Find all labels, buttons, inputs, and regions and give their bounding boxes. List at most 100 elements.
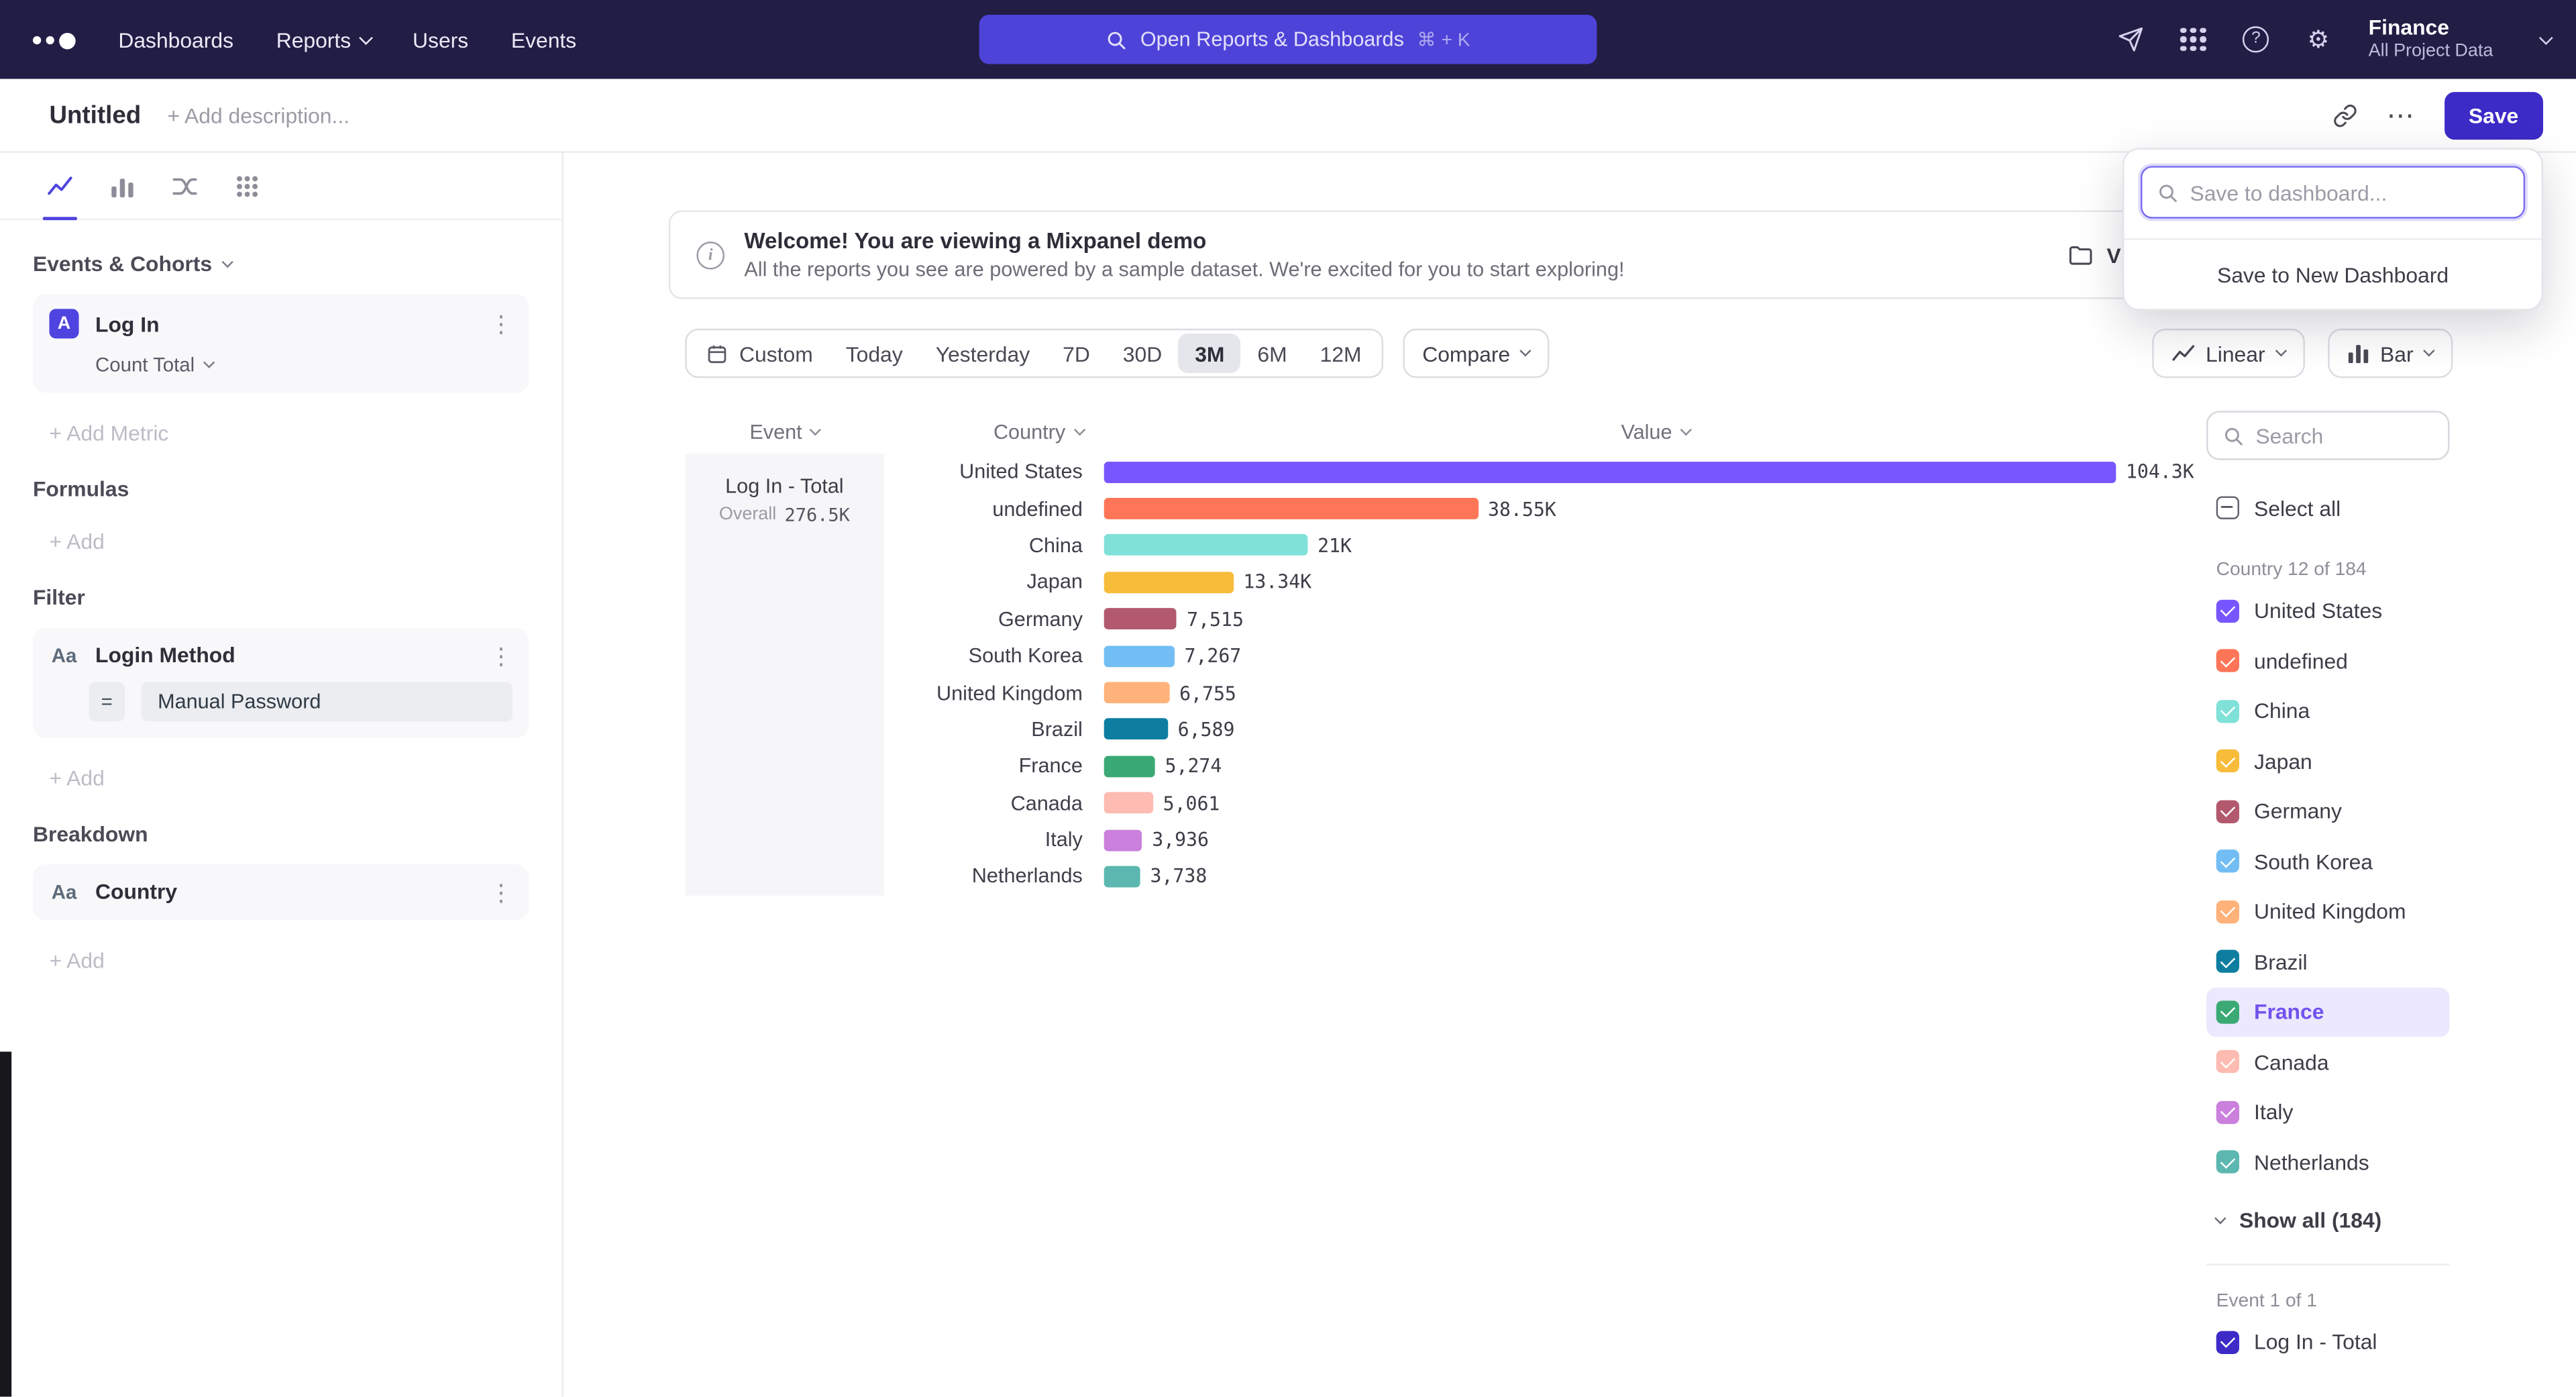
add-breakdown-button[interactable]: + Add [49, 948, 529, 973]
checkbox[interactable] [2216, 1051, 2239, 1074]
bar[interactable] [1104, 609, 1177, 630]
date-range-today[interactable]: Today [829, 333, 919, 373]
checkbox[interactable] [2216, 1151, 2239, 1174]
filter-item-log-in-total[interactable]: Log In - Total [2206, 1317, 2449, 1367]
tab-insights-icon[interactable] [46, 172, 74, 201]
bar[interactable] [1104, 829, 1142, 851]
nav-item-dashboards[interactable]: Dashboards [118, 27, 233, 52]
chevron-down-icon[interactable] [2539, 31, 2552, 44]
section-label-text: Formulas [33, 476, 129, 501]
segment-search-input[interactable] [2255, 423, 2432, 448]
column-header-event[interactable]: Event [685, 421, 883, 444]
kebab-menu-icon[interactable]: ⋮ [490, 880, 513, 902]
date-range-12m[interactable]: 12M [1303, 333, 1378, 373]
checkbox[interactable] [2216, 700, 2239, 723]
filter-property-name[interactable]: Login Method [95, 643, 490, 668]
add-filter-button[interactable]: + Add [49, 766, 529, 790]
add-description-placeholder[interactable]: + Add description... [167, 103, 2332, 127]
show-all-button[interactable]: Show all (184) [2206, 1196, 2449, 1245]
add-metric-button[interactable]: + Add Metric [49, 421, 529, 446]
bar[interactable] [1104, 719, 1168, 740]
checkbox[interactable] [2216, 1100, 2239, 1123]
filter-item-germany[interactable]: Germany [2206, 786, 2449, 837]
filter-item-france[interactable]: France [2206, 987, 2449, 1037]
banner-action-button[interactable]: V [2069, 242, 2121, 267]
nav-item-users[interactable]: Users [413, 27, 468, 52]
report-title[interactable]: Untitled [49, 101, 141, 130]
checkbox[interactable] [2216, 800, 2239, 823]
kebab-menu-icon[interactable]: ⋮ [490, 643, 513, 666]
bar[interactable] [1104, 792, 1153, 814]
date-range-6m[interactable]: 6M [1241, 333, 1303, 373]
compare-button[interactable]: Compare [1403, 329, 1550, 378]
save-to-new-dashboard-item[interactable]: Save to New Dashboard [2125, 240, 2542, 309]
bar[interactable] [1104, 461, 2116, 482]
filter-item-canada[interactable]: Canada [2206, 1037, 2449, 1087]
checkbox[interactable] [2216, 950, 2239, 973]
date-range-7d[interactable]: 7D [1046, 333, 1107, 373]
kebab-menu-icon[interactable]: ⋮ [490, 312, 513, 335]
tab-flows-icon[interactable] [171, 172, 199, 201]
checkbox[interactable] [2216, 900, 2239, 923]
settings-gear-icon[interactable]: ⚙ [2303, 23, 2334, 55]
bar[interactable] [1104, 645, 1175, 667]
nav-item-reports[interactable]: Reports [276, 27, 370, 52]
copy-link-icon[interactable] [2332, 103, 2357, 127]
filter-item-china[interactable]: China [2206, 686, 2449, 736]
chart-type-selector[interactable]: Bar [2328, 329, 2453, 378]
breakdown-card[interactable]: Aa Country ⋮ [33, 864, 529, 920]
filter-item-united-kingdom[interactable]: United Kingdom [2206, 886, 2449, 937]
project-switcher[interactable]: Finance All Project Data [2369, 17, 2493, 62]
bar[interactable] [1104, 572, 1234, 593]
aggregation-selector[interactable]: Count Total [95, 354, 513, 376]
column-header-country[interactable]: Country [884, 421, 1104, 444]
filter-item-japan[interactable]: Japan [2206, 736, 2449, 786]
filter-item-netherlands[interactable]: Netherlands [2206, 1137, 2449, 1188]
select-all-row[interactable]: Select all [2206, 483, 2449, 533]
help-icon[interactable]: ? [2241, 23, 2272, 55]
date-range-yesterday[interactable]: Yesterday [919, 333, 1046, 373]
checkbox[interactable] [2216, 1000, 2239, 1023]
bar[interactable] [1104, 866, 1140, 888]
segment-search-box[interactable] [2206, 411, 2449, 460]
line-style-selector[interactable]: Linear [2151, 329, 2304, 378]
metric-event-name[interactable]: Log In [95, 311, 490, 336]
checkbox[interactable] [2216, 650, 2239, 672]
filter-item-south-korea[interactable]: South Korea [2206, 837, 2449, 887]
more-options-icon[interactable]: ⋯ [2386, 101, 2414, 130]
global-search-button[interactable]: Open Reports & Dashboards ⌘ + K [979, 15, 1597, 64]
send-message-icon[interactable] [2116, 23, 2147, 55]
filter-card[interactable]: Aa Login Method ⋮ = Manual Password [33, 628, 529, 738]
checkbox[interactable] [2216, 850, 2239, 873]
checkbox[interactable] [2216, 749, 2239, 772]
date-range-30d[interactable]: 30D [1106, 333, 1178, 373]
tab-retention-icon[interactable] [233, 172, 262, 201]
filter-item-united-states[interactable]: United States [2206, 586, 2449, 636]
column-header-value[interactable]: Value [1104, 421, 2206, 444]
checkbox[interactable] [2216, 599, 2239, 622]
apps-grid-icon[interactable] [2178, 23, 2210, 55]
date-range-custom[interactable]: Custom [690, 333, 830, 373]
filter-item-brazil[interactable]: Brazil [2206, 937, 2449, 987]
save-button[interactable]: Save [2444, 91, 2543, 139]
nav-item-events[interactable]: Events [511, 27, 576, 52]
filter-operator[interactable]: = [89, 682, 125, 721]
add-formula-button[interactable]: + Add [49, 529, 529, 554]
dashboard-search-box[interactable] [2141, 166, 2525, 218]
bar[interactable] [1104, 535, 1308, 556]
tab-funnels-icon[interactable] [109, 172, 137, 201]
bar[interactable] [1104, 498, 1479, 519]
select-all-checkbox[interactable] [2216, 497, 2239, 519]
dashboard-search-input[interactable] [2190, 180, 2508, 205]
bar[interactable] [1104, 682, 1170, 703]
filter-item-undefined[interactable]: undefined [2206, 636, 2449, 686]
filter-value[interactable]: Manual Password [142, 682, 513, 721]
events-cohorts-section-label[interactable]: Events & Cohorts [33, 252, 529, 276]
checkbox[interactable] [2216, 1331, 2239, 1353]
breakdown-property-name[interactable]: Country [95, 879, 490, 904]
mixpanel-logo-icon[interactable] [33, 28, 76, 51]
date-range-3m[interactable]: 3M [1179, 333, 1241, 373]
metric-card[interactable]: A Log In ⋮ Count Total [33, 294, 529, 393]
filter-item-italy[interactable]: Italy [2206, 1087, 2449, 1137]
bar[interactable] [1104, 756, 1155, 777]
